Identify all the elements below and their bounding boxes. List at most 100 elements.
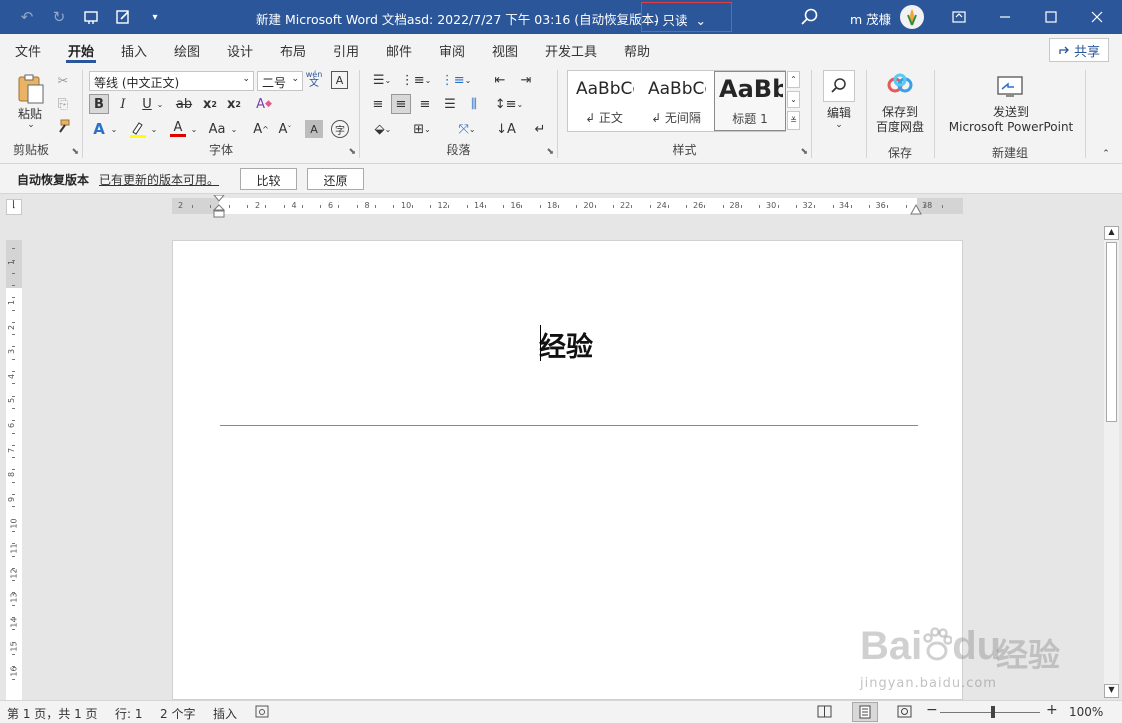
decrease-indent-icon[interactable]: ⇤ [490, 70, 510, 90]
shading-icon[interactable]: ⬙ ⌄ [368, 119, 398, 139]
clear-formatting-icon[interactable]: A ◆ [253, 94, 275, 114]
zoom-slider-thumb[interactable] [991, 706, 995, 718]
asian-layout-icon[interactable]: ⤧ ⌄ [450, 119, 484, 139]
styles-more-icon[interactable]: ≚ [787, 111, 800, 130]
style-no-spacing[interactable]: AaBbCcI ↲ 无间隔 [640, 71, 712, 131]
document-heading[interactable]: 经验 [539, 325, 593, 364]
tab-help[interactable]: 帮助 [624, 41, 650, 60]
phonetic-guide-icon[interactable]: wén 文 [306, 68, 323, 90]
tab-layout[interactable]: 布局 [280, 41, 306, 60]
zoom-in-icon[interactable]: + [1046, 702, 1058, 718]
bold-icon[interactable]: B [89, 94, 109, 114]
macro-record-icon[interactable] [255, 705, 269, 721]
tab-draw[interactable]: 绘图 [174, 41, 200, 60]
scrollbar-thumb[interactable] [1106, 242, 1117, 422]
font-size-combo[interactable]: 二号 ⌄ [257, 71, 303, 91]
tab-references[interactable]: 引用 [333, 41, 359, 60]
infobar-message[interactable]: 已有更新的版本可用。 [99, 171, 219, 188]
baidu-netdisk-icon[interactable] [886, 72, 914, 98]
format-painter-icon[interactable] [54, 118, 72, 136]
sort-icon[interactable]: ↓A [496, 119, 516, 139]
show-marks-icon[interactable]: ↵ [530, 119, 550, 139]
align-center-icon[interactable]: ≡ [391, 94, 411, 114]
highlight-color-icon[interactable] [127, 119, 149, 139]
tab-view[interactable]: 视图 [492, 41, 518, 60]
read-mode-icon[interactable] [817, 705, 832, 721]
customize-qat-icon[interactable]: ▾ [142, 6, 168, 28]
change-case-icon[interactable]: Aa [205, 119, 229, 139]
print-layout-icon[interactable] [852, 702, 878, 722]
redo-icon[interactable]: ↻ [46, 6, 72, 28]
undo-icon[interactable]: ↶ [14, 6, 40, 28]
align-left-icon[interactable]: ≡ [368, 94, 388, 114]
shrink-font-icon[interactable]: Aˇ [275, 119, 295, 139]
distributed-icon[interactable]: ⫼ [464, 94, 484, 114]
close-icon[interactable] [1074, 0, 1120, 34]
chevron-down-icon[interactable]: ⌄ [189, 119, 199, 139]
dialog-launcher-icon[interactable]: ⬊ [348, 147, 356, 157]
maximize-icon[interactable] [1028, 0, 1074, 34]
character-border-icon[interactable]: A [331, 71, 348, 89]
web-layout-icon[interactable] [897, 705, 912, 721]
edit-document-icon[interactable] [110, 6, 136, 28]
paste-icon[interactable] [14, 72, 48, 106]
chevron-down-icon[interactable]: ⌄ [109, 119, 119, 139]
vertical-scrollbar[interactable]: ▲ ▼ [1104, 226, 1119, 698]
text-effects-icon[interactable]: A [89, 119, 109, 139]
zoom-level[interactable]: 100% [1069, 705, 1103, 719]
tab-developer[interactable]: 开发工具 [545, 41, 597, 60]
tab-mailings[interactable]: 邮件 [386, 41, 412, 60]
copy-icon[interactable]: ⎘ [54, 95, 72, 113]
tab-design[interactable]: 设计 [227, 41, 253, 60]
cut-icon[interactable]: ✂ [54, 72, 72, 90]
scroll-up-icon[interactable]: ▲ [1104, 226, 1119, 240]
line-number[interactable]: 行: 1 [115, 705, 143, 722]
readonly-indicator[interactable]: - 只读 ⌄ [641, 2, 732, 32]
character-shading-icon[interactable]: A [305, 120, 323, 138]
page-count[interactable]: 第 1 页，共 1 页 [7, 705, 98, 722]
scroll-down-icon[interactable]: ▼ [1104, 684, 1119, 698]
font-color-icon[interactable]: A [167, 119, 189, 139]
subscript-icon[interactable]: x2 [200, 94, 220, 114]
tab-home[interactable]: 开始 [68, 41, 94, 60]
chevron-down-icon[interactable]: ⌄ [155, 94, 165, 114]
search-icon[interactable] [800, 7, 820, 27]
minimize-icon[interactable] [982, 0, 1028, 34]
zoom-out-icon[interactable]: − [926, 702, 938, 718]
indent-marker-icon[interactable] [212, 195, 226, 219]
restore-button[interactable]: 还原 [307, 168, 364, 190]
avatar[interactable] [900, 5, 924, 29]
borders-icon[interactable]: ⊞ ⌄ [406, 119, 438, 139]
enclose-characters-icon[interactable]: 字 [331, 120, 349, 138]
powerpoint-send-icon[interactable] [995, 74, 1025, 100]
italic-icon[interactable]: I [113, 94, 133, 114]
send-to-powerpoint-button[interactable]: 发送到 Microsoft PowerPoint [940, 105, 1082, 135]
increase-indent-icon[interactable]: ⇥ [516, 70, 536, 90]
style-heading-1[interactable]: AaBb 标题 1 [714, 71, 786, 131]
styles-scroll-up-icon[interactable]: ⌃ [787, 71, 800, 88]
tab-review[interactable]: 审阅 [439, 41, 465, 60]
touch-mode-icon[interactable] [78, 6, 104, 28]
collapse-ribbon-icon[interactable]: ⌃ [1099, 148, 1113, 160]
compare-button[interactable]: 比较 [240, 168, 297, 190]
bullets-icon[interactable]: ☰ ⌄ [368, 70, 396, 90]
style-normal[interactable]: AaBbCcI ↲ 正文 [568, 71, 640, 131]
save-to-baidu-button[interactable]: 保存到 百度网盘 [872, 105, 928, 135]
superscript-icon[interactable]: x2 [224, 94, 244, 114]
document-page[interactable]: 经验 [172, 240, 963, 700]
line-spacing-icon[interactable]: ↕≡ ⌄ [492, 94, 526, 114]
multilevel-list-icon[interactable]: ⋮≡ ⌄ [440, 70, 472, 90]
align-right-icon[interactable]: ≡ [415, 94, 435, 114]
tab-selector-icon[interactable]: ⌊ [6, 199, 22, 215]
underline-icon[interactable]: U [137, 94, 157, 114]
styles-scroll-down-icon[interactable]: ⌄ [787, 91, 800, 108]
dialog-launcher-icon[interactable]: ⬊ [800, 147, 808, 157]
numbering-icon[interactable]: ⋮≡ ⌄ [401, 70, 432, 90]
dialog-launcher-icon[interactable]: ⬊ [546, 147, 554, 157]
zoom-slider[interactable] [940, 712, 1040, 713]
chevron-down-icon[interactable]: ⌄ [833, 120, 845, 130]
tab-insert[interactable]: 插入 [121, 41, 147, 60]
font-name-combo[interactable]: 等线 (中文正文) ⌄ [89, 71, 254, 91]
right-indent-marker-icon[interactable] [909, 204, 923, 216]
justify-icon[interactable]: ☰ [440, 94, 460, 114]
